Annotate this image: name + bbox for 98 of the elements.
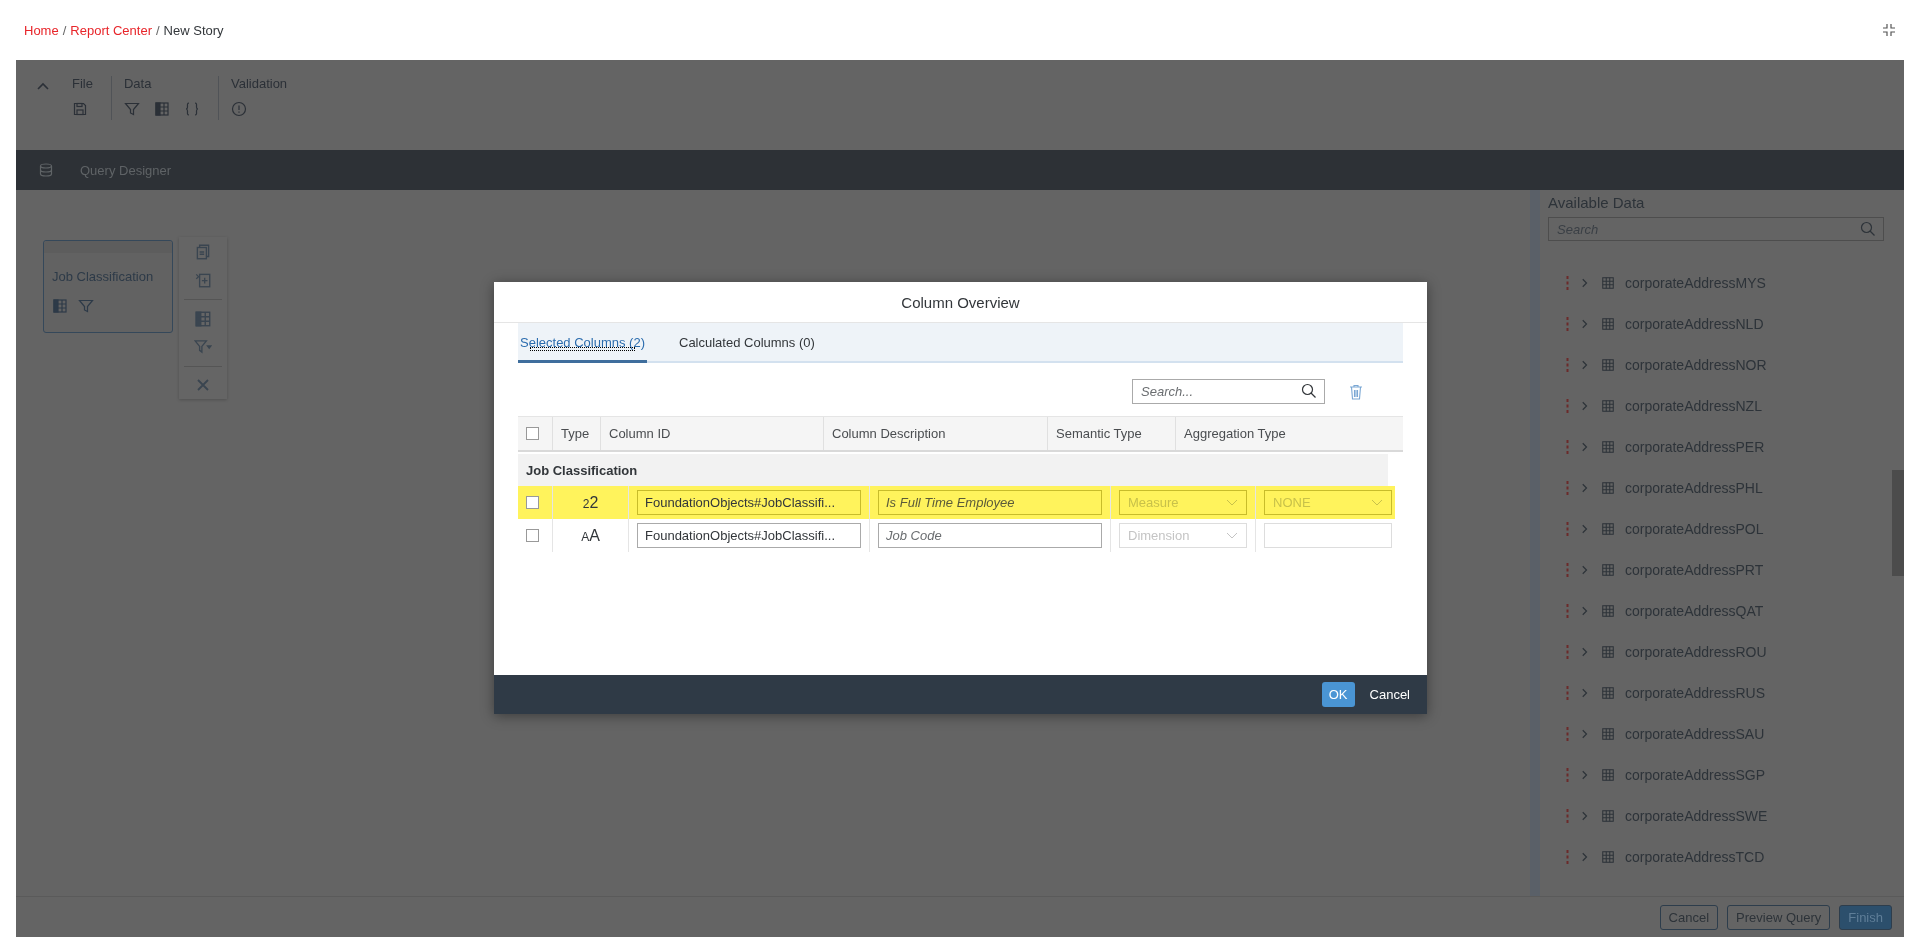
table-grid-icon	[1601, 480, 1615, 495]
data-source-item[interactable]: corporateAddressNOR	[1625, 356, 1767, 373]
table-icon	[153, 101, 170, 117]
tab[interactable]: Selected Columns (2)	[518, 335, 647, 363]
table-icon	[194, 310, 212, 328]
table-grid-icon	[1601, 439, 1615, 454]
column-header: Aggregation Type	[1184, 426, 1286, 441]
drag-handle-icon[interactable]	[1566, 562, 1569, 577]
column-header: Type	[561, 426, 590, 441]
breadcrumb-separator: /	[155, 22, 160, 38]
data-source-item[interactable]: corporateAddressRUS	[1625, 684, 1766, 701]
type-glyph: AA	[581, 526, 600, 545]
table-grid-icon	[1601, 849, 1615, 864]
drag-handle-icon[interactable]	[1566, 275, 1569, 290]
table-grid-icon	[1601, 357, 1615, 372]
column-header: Column ID	[609, 426, 671, 441]
scrollbar-thumb[interactable]	[1892, 470, 1904, 576]
table-grid-icon	[1601, 767, 1615, 782]
drag-handle-icon[interactable]	[1566, 603, 1569, 618]
braces-icon	[183, 101, 200, 117]
delete-icon[interactable]	[1349, 383, 1363, 400]
search-field[interactable]: Search...	[1132, 379, 1325, 404]
description-field[interactable]: Is Full Time Employee	[878, 490, 1102, 515]
chevron-down-icon	[1226, 498, 1238, 507]
cancel-button[interactable]: Cancel	[1362, 682, 1417, 707]
insert-icon	[194, 271, 212, 289]
data-source-item[interactable]: corporateAddressMYS	[1625, 274, 1766, 291]
toolbar-group-label: File	[72, 76, 93, 91]
breadcrumb-link[interactable]: Home	[24, 22, 59, 38]
data-source-item[interactable]: corporateAddressSAU	[1625, 725, 1765, 742]
exit-fullscreen-icon[interactable]	[1882, 23, 1896, 37]
row-checkbox[interactable]	[526, 496, 539, 509]
data-source-item[interactable]: corporateAddressPER	[1625, 438, 1765, 455]
description-field[interactable]: Job Code	[878, 523, 1102, 548]
table-grid-icon	[1601, 603, 1615, 618]
data-source-item[interactable]: corporateAddressSGP	[1625, 766, 1766, 783]
panel-title: Available Data	[1547, 193, 1646, 211]
row-checkbox[interactable]	[526, 529, 539, 542]
table-grid-icon	[1601, 726, 1615, 741]
column-id-field[interactable]: FoundationObjects#JobClassifi...	[637, 490, 861, 515]
chevron-down-icon	[1226, 531, 1238, 540]
aggregation-field[interactable]	[1264, 523, 1392, 548]
drag-handle-icon[interactable]	[1566, 480, 1569, 495]
data-source-item[interactable]: corporateAddressNZL	[1625, 397, 1762, 414]
toolbar-group-label: Data	[123, 76, 153, 91]
search-icon	[1860, 221, 1876, 237]
data-source-item[interactable]: corporateAddressTCD	[1625, 848, 1765, 865]
select-all-checkbox[interactable]	[526, 427, 539, 440]
table-grid-icon	[1601, 644, 1615, 659]
search-icon	[1301, 383, 1317, 399]
data-source-item[interactable]: corporateAddressPHL	[1625, 479, 1763, 496]
close-icon	[195, 377, 211, 393]
ok-button[interactable]: OK	[1321, 682, 1355, 707]
drag-handle-icon[interactable]	[1566, 644, 1569, 659]
table-grid-icon	[1601, 562, 1615, 577]
database-icon	[38, 162, 54, 178]
type-glyph: 22	[582, 493, 599, 512]
drag-handle-icon[interactable]	[1566, 357, 1569, 372]
table-grid-icon	[1601, 685, 1615, 700]
table-icon	[52, 298, 68, 314]
column-header: Column Description	[832, 426, 946, 441]
breadcrumb-separator: /	[62, 22, 67, 38]
group-header: Job Classification	[518, 454, 1388, 486]
column-id-field[interactable]: FoundationObjects#JobClassifi...	[637, 523, 861, 548]
chevron-down-icon	[1371, 498, 1383, 507]
tab[interactable]: Calculated Columns (0)	[677, 335, 817, 363]
table-grid-icon	[1601, 398, 1615, 413]
drag-handle-icon[interactable]	[1566, 808, 1569, 823]
toolbar-group-label: Validation	[230, 76, 288, 91]
table-grid-icon	[1601, 521, 1615, 536]
drag-handle-icon[interactable]	[1566, 521, 1569, 536]
drag-handle-icon[interactable]	[1566, 849, 1569, 864]
data-source-item[interactable]: corporateAddressQAT	[1625, 602, 1764, 619]
data-source-item[interactable]: corporateAddressSWE	[1625, 807, 1768, 824]
data-source-item[interactable]: corporateAddressPRT	[1625, 561, 1764, 578]
data-source-item[interactable]: corporateAddressROU	[1625, 643, 1767, 660]
drag-handle-icon[interactable]	[1566, 767, 1569, 782]
semantic-type-dropdown[interactable]: Dimension	[1119, 523, 1247, 548]
drag-handle-icon[interactable]	[1566, 685, 1569, 700]
alert-icon	[230, 101, 247, 117]
drag-handle-icon[interactable]	[1566, 439, 1569, 454]
dialog-title: Column Overview	[901, 293, 1020, 311]
table-grid-icon	[1601, 275, 1615, 290]
drag-handle-icon[interactable]	[1566, 316, 1569, 331]
filter-icon	[123, 101, 140, 117]
filter-icon	[78, 298, 94, 314]
table-grid-icon	[1601, 316, 1615, 331]
column-header: Semantic Type	[1056, 426, 1142, 441]
data-source-item[interactable]: corporateAddressNLD	[1625, 315, 1764, 332]
breadcrumb-link[interactable]: Report Center	[70, 22, 152, 38]
drag-handle-icon[interactable]	[1566, 726, 1569, 741]
drag-handle-icon[interactable]	[1566, 398, 1569, 413]
copy-icon	[194, 243, 212, 261]
table-grid-icon	[1601, 808, 1615, 823]
breadcrumb-current: New Story	[163, 22, 224, 38]
save-icon	[72, 101, 88, 117]
filter-dropdown-icon	[194, 338, 212, 356]
data-source-item[interactable]: corporateAddressPOL	[1625, 520, 1764, 537]
